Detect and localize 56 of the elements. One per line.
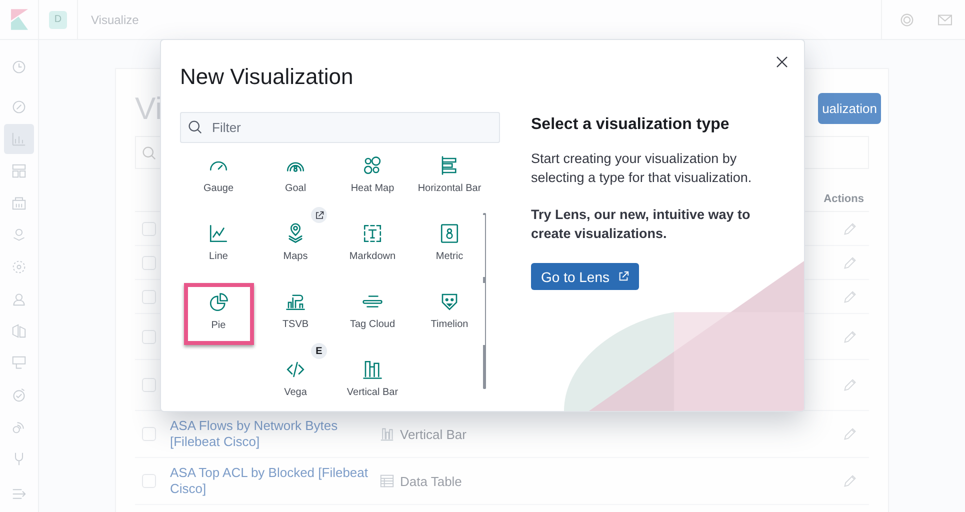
bar-chart-icon xyxy=(12,132,26,146)
compass-icon xyxy=(12,100,26,114)
edit-icon[interactable] xyxy=(843,256,857,270)
dotted-circle-icon xyxy=(12,260,26,274)
row-checkbox[interactable] xyxy=(142,378,156,392)
shapes-icon xyxy=(12,324,26,338)
monitor-icon xyxy=(12,356,26,370)
lens-promo-text: Try Lens, our new, intuitive way to create visualizations. xyxy=(531,206,752,243)
visualization-type-card[interactable]: Pie xyxy=(184,283,254,345)
user-icon xyxy=(12,292,26,306)
building-icon xyxy=(12,196,26,210)
dialog-title: New Visualization xyxy=(180,63,354,91)
row-checkbox[interactable] xyxy=(142,222,156,236)
external-link-icon xyxy=(618,271,628,282)
row-checkbox[interactable] xyxy=(142,290,156,304)
sidebar-item[interactable] xyxy=(4,124,34,154)
section-heading: Select a visualization type xyxy=(531,116,730,134)
row-checkbox[interactable] xyxy=(142,474,156,488)
text-frame-icon xyxy=(362,223,383,244)
filter-field[interactable]: Filter xyxy=(180,112,500,143)
close-icon xyxy=(776,56,788,68)
pie-chart-icon xyxy=(208,292,229,313)
line-chart-icon xyxy=(208,223,229,244)
edit-icon[interactable] xyxy=(843,290,857,304)
vertical-bar-chart-icon xyxy=(362,359,383,380)
type-label: Data Table xyxy=(400,474,462,488)
clock-icon xyxy=(12,60,26,74)
table-icon xyxy=(380,474,394,488)
number-frame-icon xyxy=(439,223,460,244)
row-checkbox[interactable] xyxy=(142,330,156,344)
edit-icon[interactable] xyxy=(843,474,857,488)
column-header: Actions xyxy=(824,193,864,205)
circles-icon xyxy=(362,155,383,176)
row-checkbox[interactable] xyxy=(142,256,156,270)
signal-icon xyxy=(12,420,26,434)
edit-icon[interactable] xyxy=(843,222,857,236)
scrollbar[interactable] xyxy=(483,213,486,389)
description-text: Start creating your visualization by selecting a type for that visualization. xyxy=(531,150,753,187)
type-label: Vertical Bar xyxy=(400,426,466,442)
close-button[interactable] xyxy=(776,56,788,68)
search-icon xyxy=(188,120,202,134)
edit-icon[interactable] xyxy=(843,378,857,392)
go-to-lens-button[interactable]: Go to Lens xyxy=(531,263,638,290)
help-icon[interactable] xyxy=(900,12,914,26)
bear-face-icon xyxy=(439,291,460,312)
edit-icon[interactable] xyxy=(843,330,857,344)
mail-icon[interactable] xyxy=(938,12,952,26)
vertical-bar-chart-icon xyxy=(380,427,394,441)
search-icon xyxy=(142,146,156,160)
menu-icon xyxy=(12,487,26,501)
external-link-icon xyxy=(314,210,324,220)
dashboard-icon xyxy=(12,164,26,178)
code-icon xyxy=(285,359,306,380)
logo-icon[interactable] xyxy=(10,9,28,30)
edit-icon[interactable] xyxy=(843,427,857,441)
row-checkbox[interactable] xyxy=(142,427,156,441)
